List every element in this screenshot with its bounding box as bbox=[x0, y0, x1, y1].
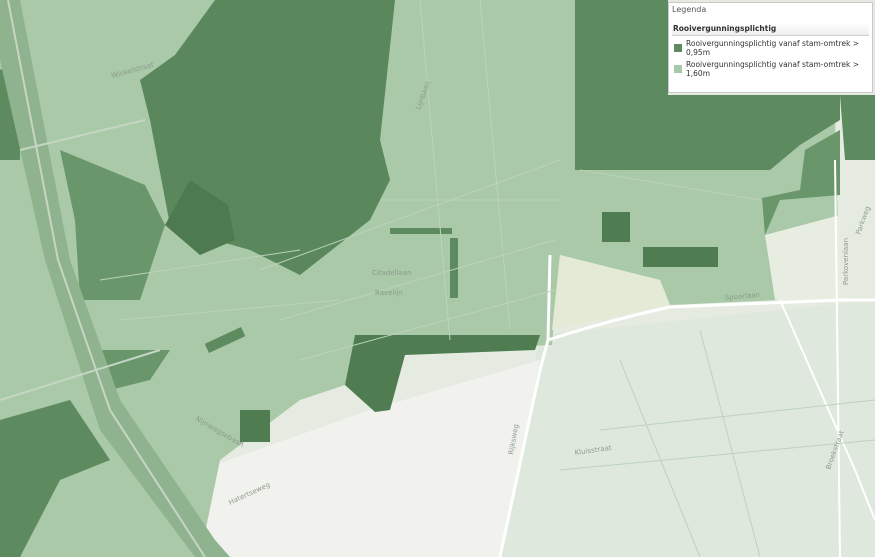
legend-item-label: Rooivergunningsplichtig vanaf stam-omtre… bbox=[686, 39, 860, 57]
zone-dark-green-east-edge bbox=[840, 95, 875, 160]
zone-dark-green-block-1 bbox=[602, 212, 630, 242]
legend-swatch-dark bbox=[674, 44, 682, 52]
legend-title: Legenda bbox=[672, 5, 707, 14]
legend-body: Rooivergunningsplichtig Rooivergunningsp… bbox=[672, 23, 869, 78]
legend-swatch-light bbox=[674, 65, 682, 73]
legend-group-title: Rooivergunningsplichtig bbox=[672, 23, 869, 36]
street-label: Citadellaan bbox=[372, 269, 412, 277]
street-label: Ravelijn bbox=[375, 289, 403, 297]
zone-dark-green-strip-1 bbox=[390, 228, 452, 234]
legend-item-dark: Rooivergunningsplichtig vanaf stam-omtre… bbox=[672, 39, 869, 57]
zone-dark-green-block-3 bbox=[240, 410, 270, 442]
legend-panel: Legenda Rooivergunningsplichtig Rooiverg… bbox=[668, 2, 873, 93]
street-label: Parkovenlaan bbox=[842, 238, 850, 285]
legend-item-light: Rooivergunningsplichtig vanaf stam-omtre… bbox=[672, 60, 869, 78]
zone-dark-green-block-2 bbox=[643, 247, 718, 267]
legend-item-label: Rooivergunningsplichtig vanaf stam-omtre… bbox=[686, 60, 860, 78]
zone-dark-green-strip-2 bbox=[450, 238, 458, 298]
